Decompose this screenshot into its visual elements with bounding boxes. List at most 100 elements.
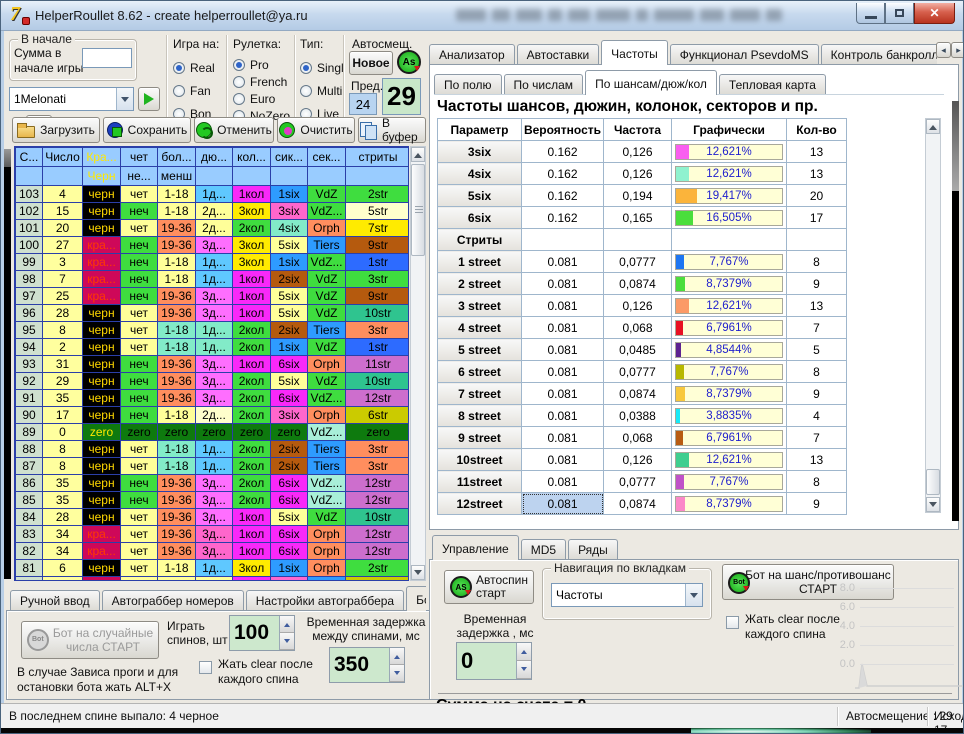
history-cell[interactable]: 2д...	[196, 203, 233, 220]
history-cell[interactable]: черн	[83, 339, 121, 356]
history-cell[interactable]: 3д...	[196, 356, 233, 373]
param-cell[interactable]: 10street	[438, 449, 522, 471]
history-cell[interactable]: VdZ	[308, 305, 346, 322]
history-cell[interactable]: Orph	[308, 526, 346, 543]
history-cell[interactable]: 2д...	[196, 577, 233, 582]
bar-cell[interactable]: 3,8835%	[672, 405, 787, 427]
history-cell[interactable]: неч	[121, 475, 158, 492]
history-cell[interactable]: 6str	[346, 407, 410, 424]
probability-cell[interactable]: 0.081	[522, 251, 604, 273]
number-cell[interactable]: 8	[43, 458, 83, 475]
history-cell[interactable]: кра...	[83, 271, 121, 288]
param-cell[interactable]: 6six	[438, 207, 522, 229]
checkbox-icon[interactable]	[726, 616, 739, 629]
history-cell[interactable]: чет	[121, 577, 158, 582]
history-cell[interactable]: 6six	[271, 356, 308, 373]
new-button[interactable]: Новое	[349, 51, 393, 75]
param-cell[interactable]: 12street	[438, 493, 522, 515]
spins-count-spinner[interactable]: 100	[229, 615, 295, 651]
history-cell[interactable]: неч	[121, 271, 158, 288]
history-cell[interactable]: zero	[121, 424, 158, 441]
radio-icon[interactable]	[300, 85, 312, 97]
tab-Настройки автограббера[interactable]: Настройки автограббера	[246, 590, 404, 611]
history-cell[interactable]: 6six	[271, 543, 308, 560]
history-cell[interactable]: 2str	[346, 186, 410, 203]
history-cell[interactable]: 1str	[346, 339, 410, 356]
tab-scroll-left-icon[interactable]: ◂	[936, 42, 951, 58]
radio-option-Singl[interactable]: Singl	[300, 56, 346, 79]
history-cell[interactable]: 3д...	[196, 237, 233, 254]
history-cell[interactable]: черн	[83, 407, 121, 424]
param-cell[interactable]: 8 street	[438, 405, 522, 427]
history-cell[interactable]: чет	[121, 339, 158, 356]
history-cell[interactable]: черн	[83, 509, 121, 526]
history-cell[interactable]: 3д...	[196, 373, 233, 390]
save-button[interactable]: Сохранить	[103, 117, 191, 143]
spin-index-cell[interactable]: 93	[16, 356, 43, 373]
history-cell[interactable]: чет	[121, 220, 158, 237]
history-cell[interactable]: VdZ...	[308, 254, 346, 271]
history-cell[interactable]: черн	[83, 390, 121, 407]
history-cell[interactable]: zero	[233, 424, 271, 441]
spin-index-cell[interactable]: 102	[16, 203, 43, 220]
number-cell[interactable]: 15	[43, 203, 83, 220]
history-cell[interactable]: Orph	[308, 220, 346, 237]
history-cell[interactable]: черн	[83, 475, 121, 492]
tab-Ряды[interactable]: Ряды	[568, 539, 618, 560]
count-cell[interactable]: 4	[787, 405, 847, 427]
tab-По числам[interactable]: По числам	[504, 74, 584, 95]
spin-index-cell[interactable]: 99	[16, 254, 43, 271]
history-cell[interactable]: 6str	[346, 577, 410, 582]
number-cell[interactable]: 35	[43, 492, 83, 509]
history-cell[interactable]: 1-18	[158, 186, 196, 203]
history-cell[interactable]: 5six	[271, 373, 308, 390]
history-cell[interactable]: 10str	[346, 373, 410, 390]
history-cell[interactable]: неч	[121, 288, 158, 305]
history-cell[interactable]: 1кол	[233, 271, 271, 288]
count-cell[interactable]: 7	[787, 427, 847, 449]
history-cell[interactable]: 2кол	[233, 475, 271, 492]
as-badge-icon[interactable]: As	[397, 50, 421, 74]
tab-Ручной ввод[interactable]: Ручной ввод	[10, 590, 100, 611]
spin-index-cell[interactable]: 86	[16, 475, 43, 492]
undo-button[interactable]: Отменить	[194, 117, 274, 143]
history-cell[interactable]: 2кол	[233, 339, 271, 356]
number-cell[interactable]: 4	[43, 186, 83, 203]
probability-cell[interactable]: 0.162	[522, 141, 604, 163]
param-cell[interactable]: 5 street	[438, 339, 522, 361]
history-cell[interactable]: 1str	[346, 254, 410, 271]
param-cell[interactable]: 2 street	[438, 273, 522, 295]
history-cell[interactable]: черн	[83, 322, 121, 339]
history-cell[interactable]: кра...	[83, 288, 121, 305]
probability-cell[interactable]: 0.162	[522, 163, 604, 185]
radio-option-Fan[interactable]: Fan	[173, 79, 225, 102]
history-cell[interactable]: 3д...	[196, 288, 233, 305]
history-cell[interactable]: неч	[121, 254, 158, 271]
history-cell[interactable]: 3д...	[196, 305, 233, 322]
history-cell[interactable]: неч	[121, 407, 158, 424]
frequency-cell[interactable]: 0,0777	[604, 471, 672, 493]
history-cell[interactable]: чет	[121, 458, 158, 475]
copy-buffer-button[interactable]: В буфер	[358, 117, 426, 143]
history-cell[interactable]: чет	[121, 441, 158, 458]
history-cell[interactable]: 1кол	[233, 186, 271, 203]
spin-up-icon[interactable]	[280, 616, 294, 633]
probability-cell[interactable]: 0.162	[522, 207, 604, 229]
history-cell[interactable]: 2кол	[233, 458, 271, 475]
number-cell[interactable]: 35	[43, 475, 83, 492]
history-cell[interactable]: 19-36	[158, 390, 196, 407]
history-cell[interactable]: 1кол	[233, 577, 271, 582]
count-cell[interactable]: 13	[787, 295, 847, 317]
history-cell[interactable]: 1-18	[158, 577, 196, 582]
history-cell[interactable]: черн	[83, 492, 121, 509]
history-cell[interactable]: 10str	[346, 305, 410, 322]
clear-after-spin-option[interactable]: Жать clear послекаждого спина	[199, 657, 313, 687]
history-cell[interactable]: VdZ...	[308, 203, 346, 220]
bar-cell[interactable]: 12,621%	[672, 163, 787, 185]
history-cell[interactable]: 5six	[271, 509, 308, 526]
radio-icon[interactable]	[300, 62, 312, 74]
history-cell[interactable]: неч	[121, 390, 158, 407]
number-cell[interactable]: 7	[43, 271, 83, 288]
spin-index-cell[interactable]: 90	[16, 407, 43, 424]
history-cell[interactable]: 1six	[271, 339, 308, 356]
